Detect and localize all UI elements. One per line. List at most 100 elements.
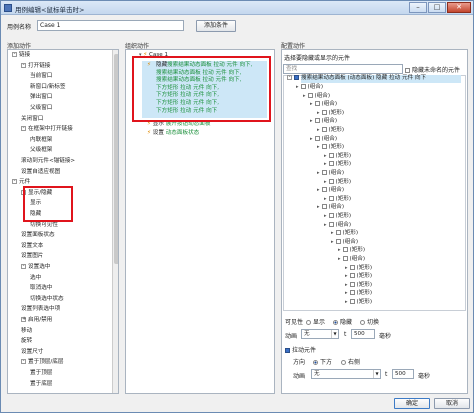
widget-tree-item[interactable]: ▸ (组合)	[317, 187, 344, 194]
tree-toggle-icon[interactable]: ▸	[296, 84, 299, 91]
action-tree-item[interactable]: 父级窗口	[30, 105, 52, 112]
direction-right-option[interactable]: 右侧	[341, 357, 360, 366]
widget-tree-item[interactable]: ▸ (矩形)	[324, 195, 351, 203]
tree-toggle-icon[interactable]: ▸	[345, 282, 348, 289]
action-tree-item[interactable]: 选中	[30, 275, 41, 282]
widget-checkbox[interactable]	[321, 127, 327, 132]
widget-checkbox-checked[interactable]	[294, 75, 299, 80]
tree-toggle-icon[interactable]: ▸	[324, 213, 327, 220]
widget-tree-item[interactable]: ▸ (矩形)	[345, 299, 372, 306]
action-tree-item[interactable]: + 启用/禁用	[21, 317, 52, 324]
action-tree-item[interactable]: - 打开链接	[21, 62, 50, 70]
action-tree-item[interactable]: 旋转	[21, 338, 32, 345]
action-tree-item[interactable]: - 在框架中打开链接	[21, 126, 73, 133]
tree-toggle-icon[interactable]: ▸	[345, 265, 348, 272]
action-tree-item[interactable]: 设置图片	[21, 253, 43, 260]
tree-toggle-icon[interactable]: ▸	[345, 273, 348, 280]
widget-checkbox[interactable]	[321, 187, 327, 193]
widget-tree-item[interactable]: ▸ (组合)	[310, 101, 337, 108]
widget-tree-item[interactable]: ▸ (组合)	[303, 92, 330, 100]
pull-widget-checkbox[interactable]	[285, 348, 290, 353]
widget-tree-item[interactable]: ▸ (矩形)	[338, 247, 365, 254]
widget-checkbox[interactable]	[335, 238, 341, 244]
widget-checkbox[interactable]	[349, 264, 355, 270]
pull-duration-input[interactable]: 500	[392, 369, 414, 379]
collapse-icon[interactable]: -	[287, 75, 292, 80]
action-tree-item[interactable]: 取消选中	[30, 285, 52, 292]
direction-down-option[interactable]: 下方	[313, 357, 332, 366]
add-condition-button[interactable]: 添加条件	[196, 20, 236, 32]
tree-toggle-icon[interactable]: ▸	[324, 179, 327, 186]
widget-checkbox[interactable]	[314, 101, 320, 107]
widget-tree-item[interactable]: ▸ (组合)	[317, 204, 344, 211]
tree-toggle-icon[interactable]: ▸	[345, 290, 348, 297]
tree-toggle-icon[interactable]: ▸	[317, 110, 320, 117]
tree-toggle-icon[interactable]: ▸	[338, 256, 341, 263]
widget-checkbox[interactable]	[349, 281, 355, 287]
widget-checkbox[interactable]	[342, 247, 348, 253]
action-tree-item[interactable]: 切换可见性	[30, 222, 58, 229]
widget-checkbox[interactable]	[328, 195, 334, 201]
action-tree-item[interactable]: - 链接	[12, 52, 30, 59]
tree-toggle-icon[interactable]: ▸	[324, 222, 327, 229]
widget-tree-item[interactable]: ▸ (组合)	[331, 238, 358, 246]
action-tree-item[interactable]: 设置列表选中项	[21, 306, 60, 313]
widget-tree-item[interactable]: ▸ (组合)	[317, 170, 344, 177]
widget-checkbox[interactable]	[349, 290, 355, 296]
action-tree-item[interactable]: 设置面板状态	[21, 232, 55, 239]
show-action[interactable]: ⚡ 显示 展开按钮动态面板	[147, 121, 210, 128]
ok-button[interactable]: 确定	[394, 398, 430, 409]
hide-unnamed-checkbox[interactable]	[405, 68, 410, 73]
action-tree-item[interactable]: 父级框架	[30, 147, 52, 154]
widget-tree-item[interactable]: ▸ (矩形)	[345, 290, 372, 297]
widget-checkbox[interactable]	[342, 256, 348, 261]
pull-animation-select[interactable]: 无 ▼	[311, 369, 381, 379]
widget-checkbox[interactable]	[349, 273, 355, 279]
minimize-button[interactable]: –	[409, 2, 427, 13]
widget-tree-item[interactable]: ▸ (矩形)	[324, 161, 351, 168]
widget-tree-item[interactable]: ▸ (矩形)	[345, 273, 372, 280]
widget-checkbox[interactable]	[307, 92, 313, 98]
action-tree-item[interactable]: 滚动到元件<锚链接>	[21, 158, 75, 165]
widget-checkbox[interactable]	[314, 135, 320, 141]
widget-tree-item[interactable]: ▸ (矩形)	[345, 281, 372, 289]
tree-toggle-icon[interactable]: ▸	[317, 187, 320, 194]
widget-filter-input[interactable]: 查找	[283, 64, 403, 74]
left-scrollbar[interactable]	[112, 50, 118, 393]
visibility-toggle-option[interactable]: 切换	[360, 317, 379, 326]
collapse-icon[interactable]: -	[21, 359, 26, 365]
widget-tree-item[interactable]: ▸ (组合)	[296, 84, 323, 91]
widget-tree-item[interactable]: ▸ (组合)	[310, 118, 337, 125]
action-tree-item[interactable]: 移动	[21, 328, 32, 335]
action-tree-item[interactable]: 弹出窗口	[30, 94, 52, 101]
tree-toggle-icon[interactable]: ▸	[338, 247, 341, 254]
radio-down[interactable]	[313, 360, 318, 365]
action-tree-item[interactable]: 关闭窗口	[21, 116, 43, 123]
tree-toggle-icon[interactable]: ▸	[317, 127, 320, 134]
tree-toggle-icon[interactable]: ▸	[331, 230, 334, 237]
widget-checkbox[interactable]	[328, 213, 334, 218]
widget-tree-item[interactable]: ▸ (矩形)	[345, 264, 372, 272]
tree-toggle-icon[interactable]: ▸	[310, 118, 313, 125]
widget-checkbox[interactable]	[328, 178, 334, 184]
widget-checkbox[interactable]	[328, 161, 334, 167]
widget-checkbox[interactable]	[335, 230, 341, 236]
widget-tree-item[interactable]: ▸ (矩形)	[324, 152, 351, 160]
tree-toggle-icon[interactable]: ▸	[303, 93, 306, 100]
visibility-hide-option[interactable]: 隐藏	[333, 317, 352, 326]
action-tree-item[interactable]: 设置自适应视图	[21, 169, 60, 176]
collapse-icon[interactable]: -	[21, 264, 26, 269]
radio-hide[interactable]	[333, 320, 338, 325]
widget-checkbox[interactable]	[321, 204, 327, 210]
action-tree-item[interactable]: 置于顶层	[30, 370, 52, 377]
widget-checkbox[interactable]	[314, 118, 320, 124]
visibility-show-option[interactable]: 显示	[306, 317, 325, 326]
tree-toggle-icon[interactable]: ▸	[324, 196, 327, 203]
widget-tree-item[interactable]: ▸ (矩形)	[324, 178, 351, 186]
collapse-icon[interactable]: -	[12, 179, 17, 185]
left-scroll-thumb[interactable]	[114, 54, 118, 264]
action-tree-item[interactable]: 设置尺寸	[21, 349, 43, 356]
widget-tree-item[interactable]: ▸ (组合)	[324, 221, 351, 229]
widget-tree-item[interactable]: ▸ (矩形)	[317, 109, 344, 117]
case-name-input[interactable]: Case 1	[37, 20, 184, 31]
